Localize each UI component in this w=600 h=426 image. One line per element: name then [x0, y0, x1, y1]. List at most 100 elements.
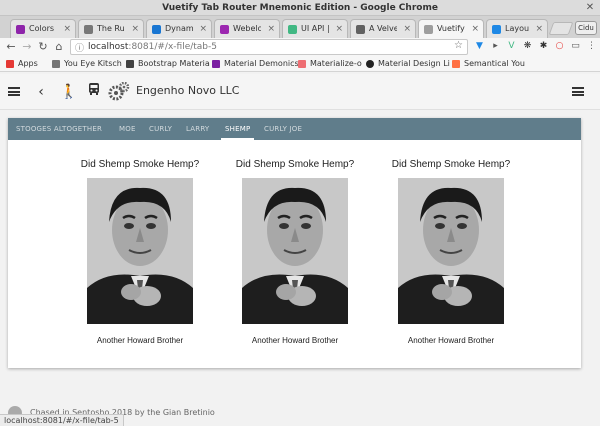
bookmark-label: Semantical You	[464, 59, 525, 68]
card-caption: Another Howard Brother	[96, 336, 184, 345]
bookmark-item[interactable]: Semantical You	[452, 58, 525, 70]
app-toolbar: ‹ 🚶 Engenho Novo LLC	[0, 74, 600, 110]
chevron-left-icon[interactable]: ‹	[34, 82, 48, 102]
address-bar[interactable]: ⓘ localhost:8081/#/x-file/tab-5 ☆	[70, 39, 468, 55]
tab-close-icon[interactable]: ×	[267, 20, 275, 38]
opera-extension-icon[interactable]: ○	[554, 41, 565, 52]
window-title-bar: Vuetify Tab Router Mnemonic Edition - Go…	[0, 0, 600, 16]
stooge-tabs-bar: Stooges Altogether Moe Curly Larry Shemp…	[8, 118, 581, 140]
back-arrow-icon[interactable]: ←	[4, 38, 18, 56]
tab-stooges-altogether[interactable]: Stooges Altogether	[16, 118, 102, 140]
bookmark-item[interactable]: You Eye Kitsch	[52, 58, 122, 70]
new-tab-button[interactable]	[548, 22, 574, 35]
shemp-photo	[87, 178, 193, 324]
right-menu-icon[interactable]	[572, 87, 584, 96]
url-host: localhost	[88, 42, 129, 52]
bookmarks-bar: Apps You Eye Kitsch Bootstrap Materia Ma…	[0, 56, 600, 72]
tab-close-icon[interactable]: ×	[199, 20, 207, 38]
tab-label: Curly	[149, 125, 173, 133]
bookmark-label: Materialize-o	[310, 59, 362, 68]
profile-button[interactable]: Cidu	[575, 21, 597, 35]
browser-tab[interactable]: Dynamic ×	[146, 19, 212, 38]
tab-close-icon[interactable]: ×	[335, 20, 343, 38]
bookmark-favicon-icon	[366, 60, 374, 68]
stooge-card: Did Shemp Smoke Hemp? Another Howard Bro…	[70, 158, 210, 345]
tab-favicon-icon	[424, 25, 433, 34]
forward-extension-icon[interactable]: ▸	[490, 41, 501, 52]
gears-logo-icon	[108, 81, 130, 102]
app-title: Engenho Novo LLC	[136, 84, 240, 97]
browser-tab[interactable]: The Rule ×	[78, 19, 144, 38]
tab-favicon-icon	[356, 25, 365, 34]
browser-toolbar: ← → ↻ ⌂ ⓘ localhost:8081/#/x-file/tab-5 …	[0, 38, 600, 56]
card-question: Did Shemp Smoke Hemp?	[391, 159, 511, 170]
shemp-photo	[398, 178, 504, 324]
bookmark-item[interactable]: Material Demonics	[212, 58, 299, 70]
tab-close-icon[interactable]: ×	[131, 20, 139, 38]
browser-tab-active[interactable]: Vuetify Ta ×	[418, 19, 484, 38]
bookmark-star-icon[interactable]: ☆	[454, 40, 463, 51]
browser-tab[interactable]: A Velvet ×	[350, 19, 416, 38]
tab-label: Larry	[186, 125, 210, 133]
active-tab-indicator	[221, 138, 255, 140]
tab-label: Moe	[119, 125, 136, 133]
tab-favicon-icon	[288, 25, 297, 34]
tab-label: Curly Joe	[264, 125, 303, 133]
bookmark-item[interactable]: Bootstrap Materia	[126, 58, 210, 70]
bookmark-label: Apps	[18, 59, 38, 68]
browser-tab[interactable]: Colors - M ×	[10, 19, 76, 38]
bookmark-label: Material Demonics	[224, 59, 299, 68]
tab-favicon-icon	[16, 25, 25, 34]
address-url: localhost:8081/#/x-file/tab-5	[88, 42, 217, 52]
bookmark-favicon-icon	[52, 60, 60, 68]
card-question: Did Shemp Smoke Hemp?	[235, 159, 355, 170]
bookmark-label: You Eye Kitsch	[64, 59, 122, 68]
tab-favicon-icon	[84, 25, 93, 34]
window-title: Vuetify Tab Router Mnemonic Edition - Go…	[162, 3, 438, 13]
shemp-photo	[242, 178, 348, 324]
page-info-icon[interactable]: ⓘ	[75, 41, 84, 54]
tab-shemp[interactable]: Shemp	[221, 118, 255, 140]
bookmark-favicon-icon	[212, 60, 220, 68]
browser-tab-strip: Colors - M × The Rule × Dynamic × Webelo…	[0, 16, 600, 38]
tab-title: Webelos	[233, 24, 261, 33]
tab-close-icon[interactable]: ×	[535, 20, 543, 38]
tab-curly[interactable]: Curly	[149, 118, 172, 140]
stooge-card: Did Shemp Smoke Hemp? Another Howard Bro…	[225, 158, 365, 345]
tab-close-icon[interactable]: ×	[63, 20, 71, 38]
window-close-icon[interactable]: ✕	[584, 2, 596, 14]
reload-icon[interactable]: ↻	[36, 38, 50, 56]
bookmark-item[interactable]: Material Design Li	[366, 58, 450, 70]
vuetify-extension-icon[interactable]: ▼	[474, 41, 485, 52]
tab-favicon-icon	[220, 25, 229, 34]
vue-devtools-icon[interactable]: V	[506, 41, 517, 52]
bookmark-item[interactable]: Materialize-o	[298, 58, 362, 70]
tab-title: A Velvet	[369, 24, 397, 33]
tab-close-icon[interactable]: ×	[403, 20, 411, 38]
bookmark-favicon-icon	[452, 60, 460, 68]
tab-close-icon[interactable]: ×	[471, 20, 479, 38]
tab-title: Layout p	[505, 24, 529, 33]
bus-icon[interactable]	[86, 82, 102, 102]
content-card: Stooges Altogether Moe Curly Larry Shemp…	[8, 118, 581, 368]
nav-menu-icon[interactable]	[8, 87, 20, 96]
home-icon[interactable]: ⌂	[52, 38, 66, 56]
walking-person-icon[interactable]: 🚶	[60, 82, 77, 102]
tab-moe[interactable]: Moe	[119, 118, 136, 140]
tab-title: UI API | V	[301, 24, 329, 33]
browser-tab[interactable]: UI API | V ×	[282, 19, 348, 38]
browser-tab[interactable]: Layout p ×	[486, 19, 548, 38]
url-path: :8081/#/x-file/tab-5	[128, 42, 217, 52]
tab-curly-joe[interactable]: Curly Joe	[264, 118, 302, 140]
cast-icon[interactable]: ▭	[570, 41, 581, 52]
browser-menu-icon[interactable]: ⋮	[586, 41, 597, 52]
tab-larry[interactable]: Larry	[186, 118, 209, 140]
extension-icon[interactable]: ❋	[522, 41, 533, 52]
bookmark-apps[interactable]: Apps	[6, 58, 38, 70]
bug-extension-icon[interactable]: ✱	[538, 41, 549, 52]
apps-grid-icon	[6, 60, 14, 68]
tab-title: Colors - M	[29, 24, 57, 33]
forward-arrow-icon[interactable]: →	[20, 38, 34, 56]
card-caption: Another Howard Brother	[407, 336, 495, 345]
browser-tab[interactable]: Webelos ×	[214, 19, 280, 38]
